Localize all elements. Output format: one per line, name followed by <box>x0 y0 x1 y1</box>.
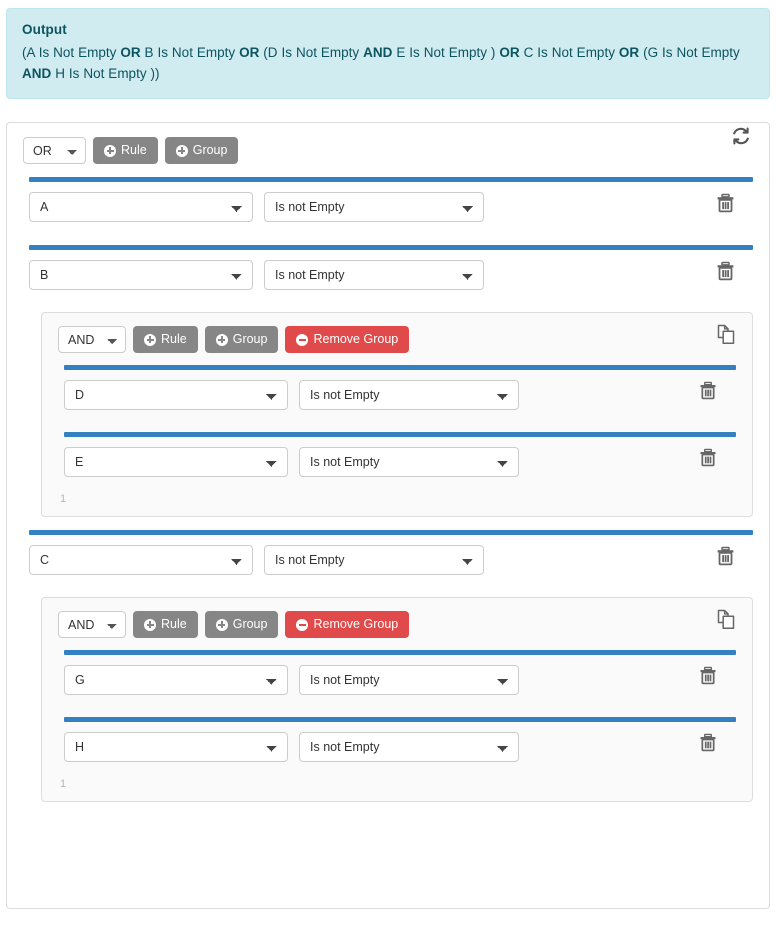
rule-operator-select[interactable]: Is EmptyIs not EmptyEqualNot Equal <box>299 665 519 695</box>
copy-icon[interactable] <box>716 609 736 630</box>
rule-controls: ABCDEFGH Is EmptyIs not EmptyEqualNot Eq… <box>64 722 736 772</box>
group-condition-select[interactable]: ANDOR <box>58 611 126 638</box>
rule-row: ABCDEFGH Is EmptyIs not EmptyEqualNot Eq… <box>64 365 736 420</box>
root-add-rule-button[interactable]: Rule <box>93 137 158 164</box>
trash-icon[interactable] <box>716 546 735 566</box>
group-add-rule-button[interactable]: Rule <box>133 326 198 353</box>
copy-icon[interactable] <box>716 324 736 345</box>
rule-controls: ABCDEFGH Is EmptyIs not EmptyEqualNot Eq… <box>29 250 753 300</box>
circle-plus-icon <box>215 618 228 631</box>
trash-icon[interactable] <box>699 381 717 400</box>
circle-plus-icon <box>104 144 116 157</box>
query-builder-card: ANDOR Rule Group ABCDEFGH <box>6 122 770 909</box>
rule-controls: ABCDEFGH Is EmptyIs not EmptyEqualNot Eq… <box>64 655 736 705</box>
trash-icon[interactable] <box>699 733 717 752</box>
root-rule-list-continued: ABCDEFGH Is EmptyIs not EmptyEqualNot Eq… <box>7 530 769 585</box>
trash-icon[interactable] <box>716 193 735 213</box>
rule-row: ABCDEFGH Is EmptyIs not EmptyEqualNot Eq… <box>64 650 736 705</box>
trash-icon[interactable] <box>699 666 717 685</box>
rule-controls: ABCDEFGH Is EmptyIs not EmptyEqualNot Eq… <box>64 437 736 487</box>
rule-row: ABCDEFGH Is EmptyIs not EmptyEqualNot Eq… <box>29 177 753 232</box>
circle-minus-icon <box>296 333 309 346</box>
group-index-label: 1 <box>60 493 67 505</box>
rule-field-select[interactable]: ABCDEFGH <box>29 545 253 575</box>
rule-field-select[interactable]: ABCDEFGH <box>64 665 288 695</box>
root-add-group-button[interactable]: Group <box>164 137 239 164</box>
root-rule-list: ABCDEFGH Is EmptyIs not EmptyEqualNot Eq… <box>7 177 769 300</box>
group-add-group-label: Group <box>232 617 268 632</box>
nested-group: ANDOR Rule Group Remove Group <box>41 597 753 802</box>
remove-group-button[interactable]: Remove Group <box>285 326 410 353</box>
rule-operator-select[interactable]: Is EmptyIs not EmptyEqualNot Equal <box>299 380 519 410</box>
root-condition-select[interactable]: ANDOR <box>23 137 86 164</box>
rule-row: ABCDEFGH Is EmptyIs not EmptyEqualNot Eq… <box>29 245 753 300</box>
nested-rule-list: ABCDEFGH Is EmptyIs not EmptyEqualNot Eq… <box>42 365 752 487</box>
rule-field-select[interactable]: ABCDEFGH <box>64 447 288 477</box>
group-add-rule-label: Rule <box>161 617 187 632</box>
root-group-header: ANDOR Rule Group <box>7 123 769 164</box>
rule-field-select[interactable]: ABCDEFGH <box>29 192 253 222</box>
rule-controls: ABCDEFGH Is EmptyIs not EmptyEqualNot Eq… <box>29 182 753 232</box>
group-add-rule-button[interactable]: Rule <box>133 611 198 638</box>
nested-group-header: ANDOR Rule Group Remove Group <box>42 609 752 638</box>
rule-row: ABCDEFGH Is EmptyIs not EmptyEqualNot Eq… <box>29 530 753 585</box>
rule-field-select[interactable]: ABCDEFGH <box>64 732 288 762</box>
circle-plus-icon <box>215 333 228 346</box>
rule-operator-select[interactable]: Is EmptyIs not EmptyEqualNot Equal <box>264 260 484 290</box>
rule-operator-select[interactable]: Is EmptyIs not EmptyEqualNot Equal <box>299 447 519 477</box>
rule-row: ABCDEFGH Is EmptyIs not EmptyEqualNot Eq… <box>64 717 736 772</box>
refresh-icon[interactable] <box>731 126 751 146</box>
rule-controls: ABCDEFGH Is EmptyIs not EmptyEqualNot Eq… <box>64 370 736 420</box>
rule-field-select[interactable]: ABCDEFGH <box>64 380 288 410</box>
circle-minus-icon <box>296 618 309 631</box>
group-add-group-label: Group <box>232 332 268 347</box>
remove-group-label: Remove Group <box>313 617 399 632</box>
rule-field-select[interactable]: ABCDEFGH <box>29 260 253 290</box>
root-add-group-label: Group <box>192 143 228 158</box>
rule-operator-select[interactable]: Is EmptyIs not EmptyEqualNot Equal <box>264 192 484 222</box>
output-panel: Output (A Is Not Empty OR B Is Not Empty… <box>6 8 770 99</box>
group-add-group-button[interactable]: Group <box>204 326 279 353</box>
nested-rule-list: ABCDEFGH Is EmptyIs not EmptyEqualNot Eq… <box>42 650 752 772</box>
output-title: Output <box>22 22 67 37</box>
query-builder-page: Output (A Is Not Empty OR B Is Not Empty… <box>0 0 776 925</box>
circle-plus-icon <box>144 333 156 346</box>
group-add-rule-label: Rule <box>161 332 187 347</box>
group-add-group-button[interactable]: Group <box>204 611 279 638</box>
circle-plus-icon <box>144 618 156 631</box>
group-index-label: 1 <box>60 778 67 790</box>
nested-group: ANDOR Rule Group Remove Group <box>41 312 753 517</box>
group-condition-select[interactable]: ANDOR <box>58 326 126 353</box>
nested-group-header: ANDOR Rule Group Remove Group <box>42 324 752 353</box>
output-expression: (A Is Not Empty OR B Is Not Empty OR (D … <box>22 45 740 81</box>
circle-plus-icon <box>175 144 188 157</box>
rule-controls: ABCDEFGH Is EmptyIs not EmptyEqualNot Eq… <box>29 535 753 585</box>
root-add-rule-label: Rule <box>121 143 147 158</box>
remove-group-button[interactable]: Remove Group <box>285 611 410 638</box>
trash-icon[interactable] <box>699 448 717 467</box>
rule-operator-select[interactable]: Is EmptyIs not EmptyEqualNot Equal <box>264 545 484 575</box>
remove-group-label: Remove Group <box>313 332 399 347</box>
rule-operator-select[interactable]: Is EmptyIs not EmptyEqualNot Equal <box>299 732 519 762</box>
rule-row: ABCDEFGH Is EmptyIs not EmptyEqualNot Eq… <box>64 432 736 487</box>
trash-icon[interactable] <box>716 261 735 281</box>
